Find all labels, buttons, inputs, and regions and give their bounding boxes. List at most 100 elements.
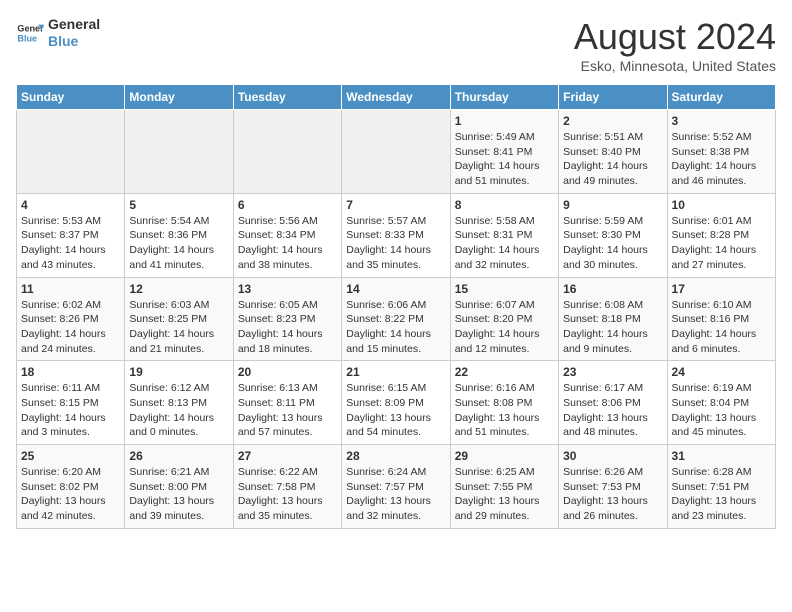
day-info: Sunrise: 5:58 AM Sunset: 8:31 PM Dayligh… xyxy=(455,214,554,273)
calendar-day-cell: 26 Sunrise: 6:21 AM Sunset: 8:00 PM Dayli… xyxy=(125,445,233,529)
day-info: Sunrise: 6:16 AM Sunset: 8:08 PM Dayligh… xyxy=(455,381,554,440)
calendar-day-cell: 17 Sunrise: 6:10 AM Sunset: 8:16 PM Dayli… xyxy=(667,277,775,361)
day-number: 23 xyxy=(563,365,662,379)
day-info: Sunrise: 6:12 AM Sunset: 8:13 PM Dayligh… xyxy=(129,381,228,440)
calendar-week-row: 11Sunrise: 6:02 AM Sunset: 8:26 PM Dayli… xyxy=(17,277,776,361)
calendar-day-cell: 27 Sunrise: 6:22 AM Sunset: 7:58 PM Dayli… xyxy=(233,445,341,529)
title-block: August 2024 Esko, Minnesota, United Stat… xyxy=(574,16,776,74)
day-info: Sunrise: 5:54 AM Sunset: 8:36 PM Dayligh… xyxy=(129,214,228,273)
calendar-day-cell: 24 Sunrise: 6:19 AM Sunset: 8:04 PM Dayli… xyxy=(667,361,775,445)
day-info: Sunrise: 6:26 AM Sunset: 7:53 PM Dayligh… xyxy=(563,465,662,524)
calendar-day-cell: 28 Sunrise: 6:24 AM Sunset: 7:57 PM Dayli… xyxy=(342,445,450,529)
day-number: 31 xyxy=(672,449,771,463)
day-info: Sunrise: 6:10 AM Sunset: 8:16 PM Dayligh… xyxy=(672,298,771,357)
calendar-body: 1Sunrise: 5:49 AM Sunset: 8:41 PM Daylig… xyxy=(17,110,776,529)
day-number: 28 xyxy=(346,449,445,463)
weekday-header-cell: Sunday xyxy=(17,85,125,110)
logo-line1: General xyxy=(48,16,100,33)
calendar-day-cell: 6Sunrise: 5:56 AM Sunset: 8:34 PM Daylig… xyxy=(233,193,341,277)
day-number: 19 xyxy=(129,365,228,379)
day-info: Sunrise: 6:13 AM Sunset: 8:11 PM Dayligh… xyxy=(238,381,337,440)
day-info: Sunrise: 5:59 AM Sunset: 8:30 PM Dayligh… xyxy=(563,214,662,273)
day-info: Sunrise: 5:51 AM Sunset: 8:40 PM Dayligh… xyxy=(563,130,662,189)
calendar: SundayMondayTuesdayWednesdayThursdayFrid… xyxy=(16,84,776,529)
day-info: Sunrise: 6:06 AM Sunset: 8:22 PM Dayligh… xyxy=(346,298,445,357)
day-info: Sunrise: 5:56 AM Sunset: 8:34 PM Dayligh… xyxy=(238,214,337,273)
day-number: 14 xyxy=(346,282,445,296)
calendar-day-cell: 16 Sunrise: 6:08 AM Sunset: 8:18 PM Dayli… xyxy=(559,277,667,361)
day-number: 26 xyxy=(129,449,228,463)
header: General Blue General Blue August 2024 Es… xyxy=(16,16,776,74)
logo: General Blue General Blue xyxy=(16,16,100,50)
day-info: Sunrise: 5:49 AM Sunset: 8:41 PM Dayligh… xyxy=(455,130,554,189)
day-info: Sunrise: 6:17 AM Sunset: 8:06 PM Dayligh… xyxy=(563,381,662,440)
day-number: 22 xyxy=(455,365,554,379)
day-info: Sunrise: 5:57 AM Sunset: 8:33 PM Dayligh… xyxy=(346,214,445,273)
day-number: 30 xyxy=(563,449,662,463)
day-number: 13 xyxy=(238,282,337,296)
day-number: 16 xyxy=(563,282,662,296)
calendar-day-cell: 19 Sunrise: 6:12 AM Sunset: 8:13 PM Dayli… xyxy=(125,361,233,445)
page: General Blue General Blue August 2024 Es… xyxy=(0,0,792,539)
calendar-day-cell: 8 Sunrise: 5:58 AM Sunset: 8:31 PM Daylig… xyxy=(450,193,558,277)
weekday-header-cell: Friday xyxy=(559,85,667,110)
calendar-day-cell: 31Sunrise: 6:28 AM Sunset: 7:51 PM Dayli… xyxy=(667,445,775,529)
day-info: Sunrise: 5:53 AM Sunset: 8:37 PM Dayligh… xyxy=(21,214,120,273)
day-number: 9 xyxy=(563,198,662,212)
calendar-day-cell xyxy=(125,110,233,194)
day-info: Sunrise: 6:03 AM Sunset: 8:25 PM Dayligh… xyxy=(129,298,228,357)
location: Esko, Minnesota, United States xyxy=(574,58,776,74)
calendar-week-row: 25 Sunrise: 6:20 AM Sunset: 8:02 PM Dayli… xyxy=(17,445,776,529)
day-number: 8 xyxy=(455,198,554,212)
day-number: 7 xyxy=(346,198,445,212)
day-number: 17 xyxy=(672,282,771,296)
calendar-day-cell: 9 Sunrise: 5:59 AM Sunset: 8:30 PM Daylig… xyxy=(559,193,667,277)
weekday-header-cell: Monday xyxy=(125,85,233,110)
weekday-header-cell: Saturday xyxy=(667,85,775,110)
calendar-day-cell: 3Sunrise: 5:52 AM Sunset: 8:38 PM Daylig… xyxy=(667,110,775,194)
day-info: Sunrise: 6:19 AM Sunset: 8:04 PM Dayligh… xyxy=(672,381,771,440)
calendar-day-cell: 22 Sunrise: 6:16 AM Sunset: 8:08 PM Dayli… xyxy=(450,361,558,445)
day-number: 20 xyxy=(238,365,337,379)
weekday-header-row: SundayMondayTuesdayWednesdayThursdayFrid… xyxy=(17,85,776,110)
logo-line2: Blue xyxy=(48,33,100,50)
calendar-day-cell: 23 Sunrise: 6:17 AM Sunset: 8:06 PM Dayli… xyxy=(559,361,667,445)
calendar-week-row: 4 Sunrise: 5:53 AM Sunset: 8:37 PM Daylig… xyxy=(17,193,776,277)
day-number: 4 xyxy=(21,198,120,212)
calendar-day-cell: 4 Sunrise: 5:53 AM Sunset: 8:37 PM Daylig… xyxy=(17,193,125,277)
calendar-day-cell: 15Sunrise: 6:07 AM Sunset: 8:20 PM Dayli… xyxy=(450,277,558,361)
weekday-header-cell: Wednesday xyxy=(342,85,450,110)
calendar-day-cell xyxy=(342,110,450,194)
logo-icon: General Blue xyxy=(16,19,44,47)
day-info: Sunrise: 5:52 AM Sunset: 8:38 PM Dayligh… xyxy=(672,130,771,189)
day-number: 24 xyxy=(672,365,771,379)
calendar-day-cell: 11Sunrise: 6:02 AM Sunset: 8:26 PM Dayli… xyxy=(17,277,125,361)
calendar-week-row: 18 Sunrise: 6:11 AM Sunset: 8:15 PM Dayli… xyxy=(17,361,776,445)
day-number: 2 xyxy=(563,114,662,128)
calendar-day-cell: 10Sunrise: 6:01 AM Sunset: 8:28 PM Dayli… xyxy=(667,193,775,277)
calendar-day-cell: 7 Sunrise: 5:57 AM Sunset: 8:33 PM Daylig… xyxy=(342,193,450,277)
weekday-header-cell: Tuesday xyxy=(233,85,341,110)
calendar-day-cell xyxy=(17,110,125,194)
calendar-day-cell: 25 Sunrise: 6:20 AM Sunset: 8:02 PM Dayli… xyxy=(17,445,125,529)
calendar-day-cell xyxy=(233,110,341,194)
calendar-day-cell: 1Sunrise: 5:49 AM Sunset: 8:41 PM Daylig… xyxy=(450,110,558,194)
day-info: Sunrise: 6:21 AM Sunset: 8:00 PM Dayligh… xyxy=(129,465,228,524)
day-number: 18 xyxy=(21,365,120,379)
day-info: Sunrise: 6:11 AM Sunset: 8:15 PM Dayligh… xyxy=(21,381,120,440)
day-info: Sunrise: 6:08 AM Sunset: 8:18 PM Dayligh… xyxy=(563,298,662,357)
day-number: 25 xyxy=(21,449,120,463)
day-number: 27 xyxy=(238,449,337,463)
month-title: August 2024 xyxy=(574,16,776,58)
calendar-day-cell: 12Sunrise: 6:03 AM Sunset: 8:25 PM Dayli… xyxy=(125,277,233,361)
weekday-header-cell: Thursday xyxy=(450,85,558,110)
day-info: Sunrise: 6:22 AM Sunset: 7:58 PM Dayligh… xyxy=(238,465,337,524)
calendar-day-cell: 20 Sunrise: 6:13 AM Sunset: 8:11 PM Dayli… xyxy=(233,361,341,445)
calendar-day-cell: 13Sunrise: 6:05 AM Sunset: 8:23 PM Dayli… xyxy=(233,277,341,361)
calendar-day-cell: 21Sunrise: 6:15 AM Sunset: 8:09 PM Dayli… xyxy=(342,361,450,445)
day-info: Sunrise: 6:07 AM Sunset: 8:20 PM Dayligh… xyxy=(455,298,554,357)
day-info: Sunrise: 6:24 AM Sunset: 7:57 PM Dayligh… xyxy=(346,465,445,524)
day-number: 11 xyxy=(21,282,120,296)
calendar-day-cell: 29Sunrise: 6:25 AM Sunset: 7:55 PM Dayli… xyxy=(450,445,558,529)
day-info: Sunrise: 6:20 AM Sunset: 8:02 PM Dayligh… xyxy=(21,465,120,524)
